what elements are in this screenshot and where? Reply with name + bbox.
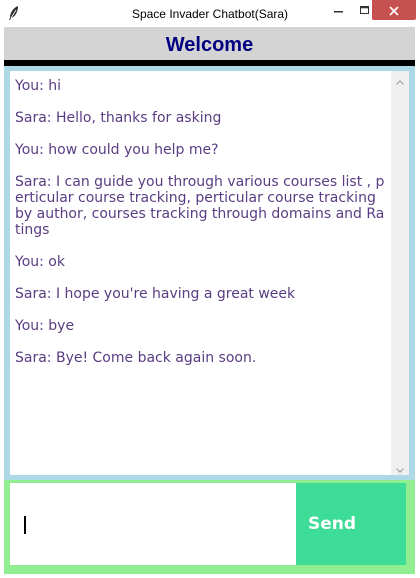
close-button[interactable] xyxy=(372,0,416,20)
chat-message: Sara: I hope you're having a great week xyxy=(15,286,296,302)
send-button[interactable]: Send xyxy=(296,483,406,565)
minimize-button[interactable] xyxy=(326,0,352,20)
chat-message: Sara: I can guide you through various co… xyxy=(15,174,385,238)
chat-message: You: how could you help me? xyxy=(15,142,219,158)
scroll-down-button[interactable] xyxy=(391,459,409,475)
text-caret xyxy=(24,516,26,534)
chat-message: You: hi xyxy=(15,78,62,94)
page-title: Welcome xyxy=(165,34,254,56)
chat-message: Sara: Bye! Come back again soon. xyxy=(15,350,257,366)
chat-scrollbar[interactable] xyxy=(391,71,409,475)
chat-message: You: ok xyxy=(15,254,65,270)
chat-message: You: bye xyxy=(15,318,75,334)
window-bottom-edge xyxy=(0,574,420,578)
title-bar[interactable]: Space Invader Chatbot(Sara) xyxy=(0,0,420,27)
close-icon xyxy=(389,1,399,20)
message-input[interactable] xyxy=(10,483,296,565)
chat-log[interactable]: You: hi Sara: Hello, thanks for asking Y… xyxy=(10,71,391,475)
minimize-icon xyxy=(334,1,344,20)
input-frame: Send xyxy=(4,480,415,574)
welcome-header: Welcome xyxy=(4,27,415,60)
maximize-icon xyxy=(360,1,370,20)
scroll-up-button[interactable] xyxy=(391,71,409,87)
chat-message: Sara: Hello, thanks for asking xyxy=(15,110,222,126)
chevron-up-icon xyxy=(396,70,404,89)
chat-frame: You: hi Sara: Hello, thanks for asking Y… xyxy=(4,66,415,480)
chatbot-window: Space Invader Chatbot(Sara) Welcome You:… xyxy=(0,0,420,578)
chevron-down-icon xyxy=(396,458,404,477)
